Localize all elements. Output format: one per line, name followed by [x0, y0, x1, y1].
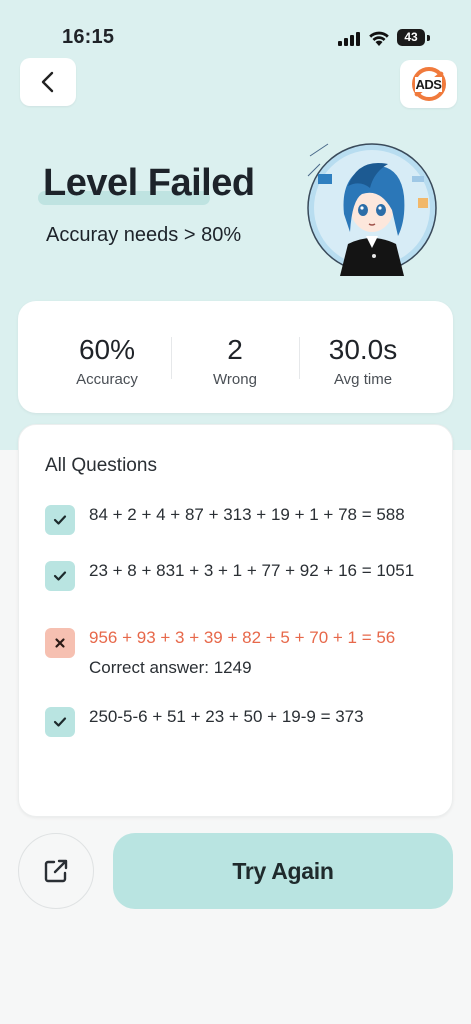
cellular-signal-icon — [338, 32, 360, 46]
stat-label: Avg time — [333, 371, 393, 388]
stat-accuracy: 60% Accuracy — [43, 301, 171, 413]
back-button[interactable] — [20, 58, 76, 106]
question-expression: 250-5-6 + 51 + 23 + 50 + 19-9 = 373 — [89, 707, 364, 726]
wifi-icon — [369, 31, 389, 46]
share-button[interactable] — [18, 833, 94, 909]
check-icon — [45, 561, 75, 591]
stat-value: 30.0s — [328, 334, 398, 365]
correct-answer: Correct answer: 1249 — [89, 658, 252, 677]
stat-label: Wrong — [213, 371, 257, 388]
close-icon — [45, 628, 75, 658]
stat-avg-time: 30.0s Avg time — [299, 301, 427, 413]
character-avatar — [307, 143, 437, 276]
stat-wrong: 2 Wrong — [171, 301, 299, 413]
question-expression: 23 + 8 + 831 + 3 + 1 + 77 + 92 + 16 = 10… — [89, 561, 415, 580]
questions-card: All Questions 84 + 2 + 4 + 87 + 313 + 19… — [18, 424, 453, 817]
battery-tip — [427, 35, 430, 41]
question-expression: 956 + 93 + 3 + 39 + 82 + 5 + 70 + 1 = 56 — [89, 628, 396, 647]
ads-label: ADS — [414, 76, 443, 92]
status-time: 16:15 — [62, 26, 115, 48]
remove-ads-button[interactable]: ADS — [400, 60, 457, 108]
accuracy-requirement: Accuray needs > 80% — [46, 224, 242, 246]
stat-value: 60% — [78, 334, 136, 365]
chevron-left-icon — [41, 71, 54, 93]
stats-card: 60% Accuracy 2 Wrong 30.0s Avg time — [18, 301, 453, 413]
check-icon — [45, 505, 75, 535]
page-title: Level Failed — [43, 162, 255, 204]
stat-value: 2 — [227, 334, 243, 365]
external-link-icon — [44, 859, 68, 883]
check-icon — [45, 707, 75, 737]
try-again-button[interactable]: Try Again — [113, 833, 453, 909]
question-expression: 84 + 2 + 4 + 87 + 313 + 19 + 1 + 78 = 58… — [89, 505, 405, 524]
no-ads-icon: ADS — [411, 67, 446, 101]
questions-heading: All Questions — [45, 455, 157, 476]
stat-label: Accuracy — [76, 371, 138, 388]
status-bar: 16:15 43 — [0, 0, 471, 60]
battery-icon: 43 — [397, 29, 425, 46]
